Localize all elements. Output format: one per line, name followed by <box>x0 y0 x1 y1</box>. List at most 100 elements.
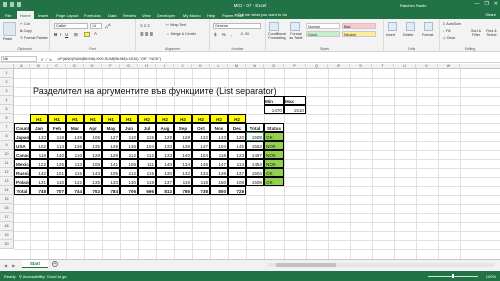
value-cell[interactable]: 135 <box>84 141 102 150</box>
bold-button[interactable]: B <box>54 32 57 37</box>
wrap-text-button[interactable]: ↵ Wrap Text <box>166 23 186 27</box>
column-header-u[interactable]: U <box>394 64 416 69</box>
half-header-cell[interactable]: H1 <box>48 114 66 123</box>
value-cell[interactable]: 104 <box>138 141 156 150</box>
row-header-13[interactable]: 13 <box>0 177 14 186</box>
half-header-cell[interactable]: H2 <box>192 114 210 123</box>
borders-icon[interactable]: ⊞ <box>74 32 78 38</box>
insert-cells-button[interactable]: Insert <box>386 33 395 37</box>
value-cell[interactable]: 106 <box>120 159 138 168</box>
row-header-6[interactable]: 6 <box>0 114 14 123</box>
table-header-cell[interactable]: Apr <box>84 123 102 132</box>
value-cell[interactable]: 140 <box>48 150 66 159</box>
total-value-cell[interactable]: 738 <box>192 186 210 195</box>
value-cell[interactable]: 150 <box>210 177 228 186</box>
total-value-cell[interactable]: 812 <box>156 186 174 195</box>
format-table-icon[interactable] <box>290 22 300 31</box>
value-cell[interactable]: 1508 <box>246 177 264 186</box>
value-cell[interactable]: 104 <box>192 150 210 159</box>
value-cell[interactable]: 137 <box>156 177 174 186</box>
total-value-cell[interactable]: 707 <box>48 186 66 195</box>
value-cell[interactable]: 101 <box>48 168 66 177</box>
accessibility-status[interactable]: Accessibility: Good to go <box>23 274 67 279</box>
half-header-cell[interactable]: H1 <box>66 114 84 123</box>
column-header-v[interactable]: V <box>416 64 438 69</box>
value-cell[interactable]: 136 <box>120 141 138 150</box>
sort-filter-button[interactable]: Sort & Filter <box>468 29 484 37</box>
value-cell[interactable]: 133 <box>30 132 48 141</box>
row-header-2[interactable]: 2 <box>0 78 14 87</box>
column-header-d[interactable]: D <box>66 64 84 69</box>
font-size-select[interactable]: 14 <box>90 23 102 29</box>
country-cell[interactable]: Canada <box>14 150 30 159</box>
tab-page-layout[interactable]: Page Layout <box>53 11 81 19</box>
status-cell[interactable]: OK <box>264 168 284 177</box>
value-cell[interactable]: 113 <box>66 159 84 168</box>
tab-view[interactable]: View <box>139 11 154 19</box>
value-cell[interactable]: 138 <box>174 141 192 150</box>
currency-icon[interactable]: $ % , <box>214 32 234 37</box>
table-header-cell[interactable]: Jul <box>138 123 156 132</box>
clear-button[interactable]: ◇ Clear <box>443 36 455 40</box>
font-color-icon[interactable]: A <box>94 31 97 36</box>
half-header-cell[interactable]: H1 <box>84 114 102 123</box>
total-value-cell[interactable]: 786 <box>174 186 192 195</box>
min-value-cell[interactable]: 1470 <box>264 105 284 114</box>
country-cell[interactable]: Mexico <box>14 159 30 168</box>
column-header-i[interactable]: I <box>156 64 174 69</box>
table-header-cell[interactable]: Aug <box>156 123 174 132</box>
value-cell[interactable]: 119 <box>138 177 156 186</box>
value-cell[interactable]: 143 <box>84 168 102 177</box>
value-cell[interactable]: 132 <box>174 168 192 177</box>
column-header-f[interactable]: F <box>102 64 120 69</box>
row-header-1[interactable]: 1 <box>0 69 14 78</box>
max-value-cell[interactable]: 1510 <box>284 105 306 114</box>
status-cell[interactable]: NOK <box>264 159 284 168</box>
font-name-select[interactable]: Calibri <box>54 23 88 29</box>
table-header-cell[interactable]: May <box>102 123 120 132</box>
value-cell[interactable]: 116 <box>174 177 192 186</box>
half-header-cell[interactable]: H2 <box>174 114 192 123</box>
value-cell[interactable]: 116 <box>192 177 210 186</box>
value-cell[interactable]: 127 <box>102 132 120 141</box>
style-good[interactable]: Good <box>306 31 340 37</box>
value-cell[interactable]: 128 <box>174 132 192 141</box>
half-header-cell[interactable]: H2 <box>156 114 174 123</box>
style-neutral[interactable]: Neutral <box>342 31 376 37</box>
total-value-cell[interactable]: 696 <box>138 186 156 195</box>
value-cell[interactable]: 118 <box>48 132 66 141</box>
row-header-20[interactable]: 20 <box>0 240 14 249</box>
zoom-knob[interactable] <box>452 274 454 278</box>
value-cell[interactable]: 135 <box>84 177 102 186</box>
value-cell[interactable]: 129 <box>102 150 120 159</box>
find-select-button[interactable]: Find & Select <box>484 29 499 37</box>
format-painter-button[interactable]: ✎ Format Painter <box>20 36 48 40</box>
zoom-level[interactable]: 100% <box>486 274 496 279</box>
value-cell[interactable]: 105 <box>84 132 102 141</box>
share-button[interactable]: Share <box>485 12 496 17</box>
row-header-3[interactable]: 3 <box>0 87 14 96</box>
value-cell[interactable]: 1453 <box>246 159 264 168</box>
zoom-slider[interactable] <box>428 274 478 278</box>
column-header-n[interactable]: N <box>246 64 264 69</box>
value-cell[interactable]: 105 <box>102 168 120 177</box>
value-cell[interactable]: 134 <box>192 168 210 177</box>
tab-my-macro[interactable]: My Macro <box>180 11 204 19</box>
column-header-t[interactable]: T <box>372 64 394 69</box>
cut-button[interactable]: ✂ Cut <box>20 22 30 26</box>
country-cell[interactable]: USA <box>14 141 30 150</box>
row-header-9[interactable]: 9 <box>0 141 14 150</box>
value-cell[interactable]: 112 <box>138 150 156 159</box>
tab-review[interactable]: Review <box>120 11 139 19</box>
row-header-12[interactable]: 12 <box>0 168 14 177</box>
insert-cells-icon[interactable] <box>388 22 397 31</box>
value-cell[interactable]: 136 <box>66 141 84 150</box>
value-cell[interactable]: 137 <box>228 168 246 177</box>
merge-center-button[interactable]: ⇔ Merge & Center <box>166 32 196 36</box>
country-cell[interactable]: Poland <box>14 177 30 186</box>
row-header-19[interactable]: 19 <box>0 231 14 240</box>
column-header-l[interactable]: L <box>210 64 228 69</box>
value-cell[interactable]: 140 <box>174 150 192 159</box>
tab-file[interactable]: File <box>2 11 14 19</box>
horizontal-scrollbar[interactable] <box>268 263 494 267</box>
